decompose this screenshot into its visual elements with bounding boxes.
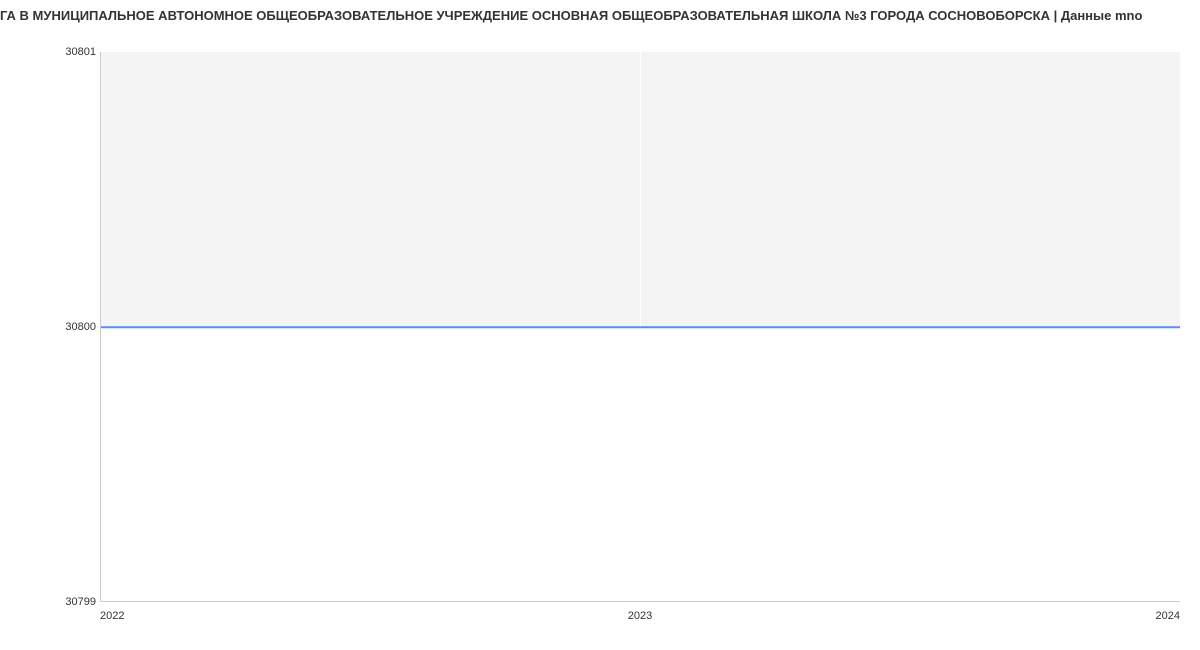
chart-title: ГА В МУНИЦИПАЛЬНОЕ АВТОНОМНОЕ ОБЩЕОБРАЗО… — [0, 0, 1142, 27]
x-axis-tick-label: 2024 — [1156, 610, 1180, 622]
axis-border — [100, 52, 1180, 602]
y-axis-tick-label: 30799 — [65, 596, 96, 608]
chart-plot-area — [100, 52, 1180, 602]
x-axis-tick-label: 2022 — [100, 610, 124, 622]
x-axis-tick-label: 2023 — [628, 610, 652, 622]
y-axis-tick-label: 30800 — [65, 321, 96, 333]
y-axis-tick-label: 30801 — [65, 46, 96, 58]
